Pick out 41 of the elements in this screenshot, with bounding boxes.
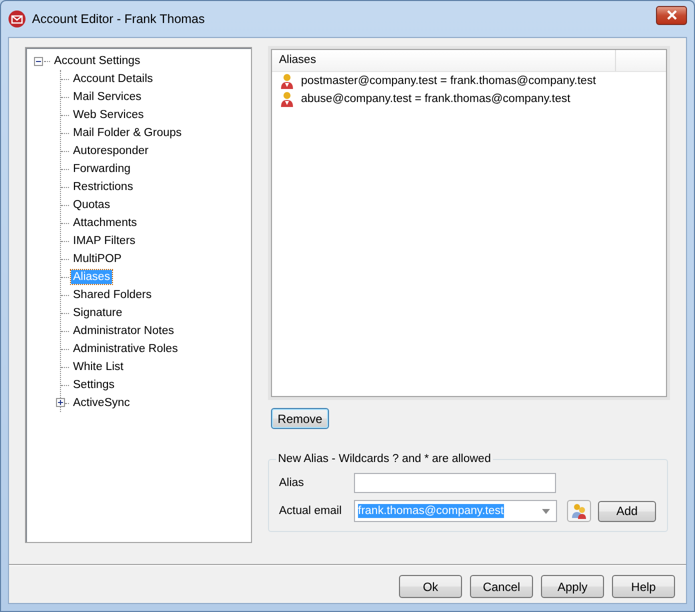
dialog-button[interactable]: Cancel: [470, 575, 533, 598]
tree-item[interactable]: IMAP Filters: [71, 234, 138, 248]
add-button[interactable]: Add: [598, 500, 656, 522]
tree-item[interactable]: Mail Services: [71, 90, 144, 104]
tree-item[interactable]: Account Settings: [52, 54, 142, 68]
users-button[interactable]: [567, 500, 591, 522]
tree-item[interactable]: Settings: [71, 378, 117, 392]
tree-item[interactable]: Mail Folder & Groups: [71, 126, 184, 140]
alias-field[interactable]: [354, 473, 556, 493]
tree-item[interactable]: Attachments: [71, 216, 139, 230]
tree-item[interactable]: Shared Folders: [71, 288, 154, 302]
tree-item[interactable]: Autoresponder: [71, 144, 150, 158]
tree-item[interactable]: Administrator Notes: [71, 324, 176, 338]
tree-item[interactable]: Forwarding: [71, 162, 133, 176]
close-button[interactable]: [656, 6, 687, 24]
list-item[interactable]: abuse@company.test = frank.thomas@company.test: [301, 93, 570, 105]
dialog-button[interactable]: Ok: [399, 575, 462, 598]
dialog-button[interactable]: Help: [612, 575, 675, 598]
user-icon: [280, 91, 294, 107]
tree-item[interactable]: Account Details: [71, 72, 155, 86]
tree-item[interactable]: Quotas: [71, 198, 112, 212]
tree-item[interactable]: Signature: [71, 306, 124, 320]
tree-item[interactable]: MultiPOP: [71, 252, 124, 266]
tree-item[interactable]: ActiveSync: [71, 396, 132, 410]
dialog-button[interactable]: Apply: [541, 575, 604, 598]
close-icon: [666, 10, 676, 20]
dropdown-arrow-icon: [542, 508, 550, 514]
tree-item[interactable]: Administrative Roles: [71, 342, 180, 356]
tree-item[interactable]: Web Services: [71, 108, 146, 122]
field-label: Actual email: [279, 505, 343, 517]
tree-item[interactable]: White List: [71, 360, 126, 374]
window-title: Account Editor - Frank Thomas: [32, 12, 205, 26]
tree-item[interactable]: Restrictions: [71, 180, 136, 194]
field-label: Alias: [279, 477, 305, 489]
list-item[interactable]: postmaster@company.test = frank.thomas@company.test: [301, 75, 596, 87]
collapse-icon[interactable]: [34, 56, 43, 66]
group-title: New Alias - Wildcards ? and * are allowed: [277, 453, 492, 465]
expand-icon[interactable]: [56, 398, 65, 407]
app-logo-icon: [8, 10, 26, 28]
user-icon: [280, 73, 294, 89]
remove-button[interactable]: Remove: [271, 408, 329, 429]
